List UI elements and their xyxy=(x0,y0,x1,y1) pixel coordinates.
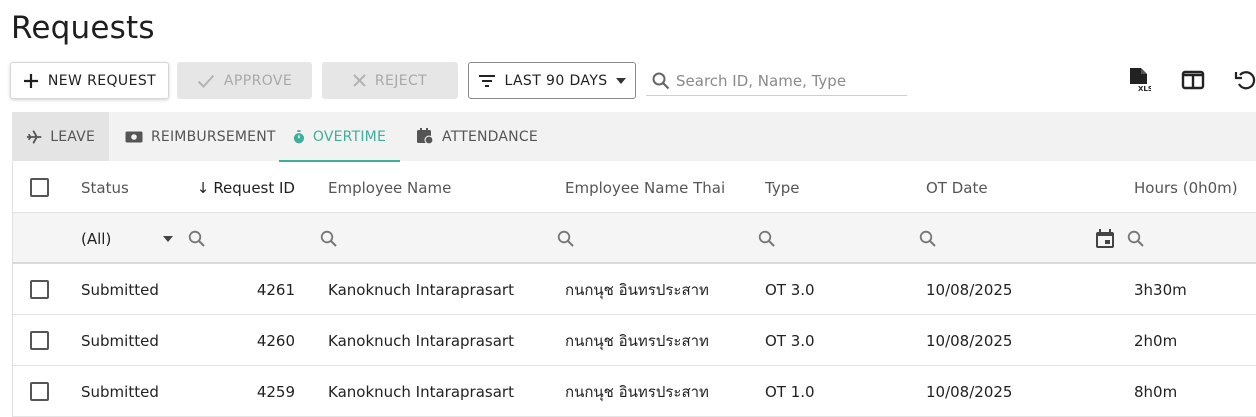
row-checkbox-cell xyxy=(30,264,49,315)
filter-search-icon[interactable] xyxy=(758,213,776,264)
type-cell: OT 3.0 xyxy=(765,331,815,350)
row-checkbox[interactable] xyxy=(30,331,49,350)
refresh-icon[interactable] xyxy=(1232,66,1256,94)
hours-cell: 2h0m xyxy=(1134,331,1178,350)
filter-search-icon[interactable] xyxy=(1127,213,1145,264)
reject-label: REJECT xyxy=(374,72,428,89)
close-icon xyxy=(353,74,366,87)
plus-icon xyxy=(23,73,38,88)
search-input[interactable] xyxy=(676,71,904,90)
request-id-cell: 4259 xyxy=(256,382,295,401)
filter-search-icon[interactable] xyxy=(919,213,937,264)
new-request-button[interactable]: NEW REQUEST xyxy=(10,62,169,99)
tab-reimbursement[interactable]: REIMBURSEMENT xyxy=(111,112,290,161)
airplane-icon xyxy=(26,129,42,144)
row-checkbox-cell xyxy=(30,315,49,366)
approve-label: APPROVE xyxy=(223,72,293,89)
calendar-icon[interactable] xyxy=(1095,213,1115,264)
filter-icon xyxy=(479,74,496,87)
type-cell: OT 3.0 xyxy=(765,280,815,299)
row-checkbox-cell xyxy=(30,366,49,417)
table-row[interactable]: Submitted 4259 Kanoknuch Intaraprasart ก… xyxy=(13,366,1256,417)
hours-cell: 8h0m xyxy=(1134,382,1178,401)
check-icon xyxy=(197,74,215,88)
hours-cell: 3h30m xyxy=(1134,280,1187,299)
date-range-label: LAST 90 DAYS xyxy=(504,72,608,89)
filter-search-icon[interactable] xyxy=(320,213,338,264)
stopwatch-icon xyxy=(293,129,305,143)
header-employee-name[interactable]: Employee Name xyxy=(328,162,451,213)
ot-date-cell: 10/08/2025 xyxy=(926,331,1013,350)
reject-button[interactable]: REJECT xyxy=(322,62,458,99)
filter-search-icon[interactable] xyxy=(557,213,575,264)
request-id-cell: 4260 xyxy=(256,331,295,350)
filter-search-icon[interactable] xyxy=(188,213,206,264)
ot-date-cell: 10/08/2025 xyxy=(926,382,1013,401)
employee-name-cell: Kanoknuch Intaraprasart xyxy=(328,280,514,299)
status-cell: Submitted xyxy=(81,382,159,401)
row-checkbox[interactable] xyxy=(30,280,49,299)
status-cell: Submitted xyxy=(81,280,159,299)
status-cell: Submitted xyxy=(81,331,159,350)
tab-leave-label: LEAVE xyxy=(50,128,95,145)
header-request-id[interactable]: ↓ Request ID xyxy=(197,162,295,213)
search-box xyxy=(646,66,907,96)
header-type[interactable]: Type xyxy=(765,162,799,213)
status-filter-select[interactable]: (All) xyxy=(81,213,174,264)
cash-icon xyxy=(125,131,143,142)
approve-button[interactable]: APPROVE xyxy=(177,62,312,99)
type-cell: OT 1.0 xyxy=(765,382,815,401)
caret-down-icon xyxy=(615,77,626,84)
caret-down-icon xyxy=(163,235,174,242)
sort-desc-icon: ↓ xyxy=(196,178,210,197)
employee-name-thai-cell: กนกนุช อินทรประสาท xyxy=(565,280,709,299)
tab-attendance-label: ATTENDANCE xyxy=(442,128,538,145)
tab-overtime[interactable]: OVERTIME xyxy=(279,112,400,162)
grid-header-row: Status ↓ Request ID Employee Name Employ… xyxy=(13,162,1256,213)
select-all-checkbox[interactable] xyxy=(30,178,49,197)
row-checkbox[interactable] xyxy=(30,382,49,401)
header-ot-date[interactable]: OT Date xyxy=(926,162,988,213)
header-request-id-label: Request ID xyxy=(213,178,295,197)
ot-date-cell: 10/08/2025 xyxy=(926,280,1013,299)
grid-filter-row: (All) xyxy=(13,213,1256,264)
table-row[interactable]: Submitted 4260 Kanoknuch Intaraprasart ก… xyxy=(13,315,1256,366)
svg-text:XLS: XLS xyxy=(1138,85,1151,93)
columns-icon[interactable] xyxy=(1179,66,1207,94)
header-employee-name-thai[interactable]: Employee Name Thai xyxy=(565,162,725,213)
page-title: Requests xyxy=(11,10,155,46)
tab-reimbursement-label: REIMBURSEMENT xyxy=(151,128,276,145)
tab-leave[interactable]: LEAVE xyxy=(12,112,109,161)
new-request-label: NEW REQUEST xyxy=(47,72,157,89)
tab-attendance[interactable]: ATTENDANCE xyxy=(402,112,552,161)
employee-name-cell: Kanoknuch Intaraprasart xyxy=(328,331,514,350)
request-id-cell: 4261 xyxy=(256,280,295,299)
request-type-tabs: LEAVE REIMBURSEMENT OVERTIME ATTENDANCE xyxy=(12,112,1256,162)
date-range-filter[interactable]: LAST 90 DAYS xyxy=(468,62,636,99)
employee-name-thai-cell: กนกนุช อินทรประสาท xyxy=(565,382,709,401)
employee-name-thai-cell: กนกนุช อินทรประสาท xyxy=(565,331,709,350)
table-row[interactable]: Submitted 4261 Kanoknuch Intaraprasart ก… xyxy=(13,264,1256,315)
tab-overtime-label: OVERTIME xyxy=(312,128,386,145)
export-xls-icon[interactable]: XLS xyxy=(1125,66,1153,94)
header-status[interactable]: Status xyxy=(81,162,129,213)
status-filter-value: (All) xyxy=(81,229,112,248)
header-hours[interactable]: Hours (0h0m) xyxy=(1134,162,1238,213)
search-icon xyxy=(652,72,670,89)
calendar-clock-icon xyxy=(417,128,434,145)
header-checkbox-cell xyxy=(30,162,49,213)
employee-name-cell: Kanoknuch Intaraprasart xyxy=(328,382,514,401)
requests-grid: Status ↓ Request ID Employee Name Employ… xyxy=(12,162,1256,417)
